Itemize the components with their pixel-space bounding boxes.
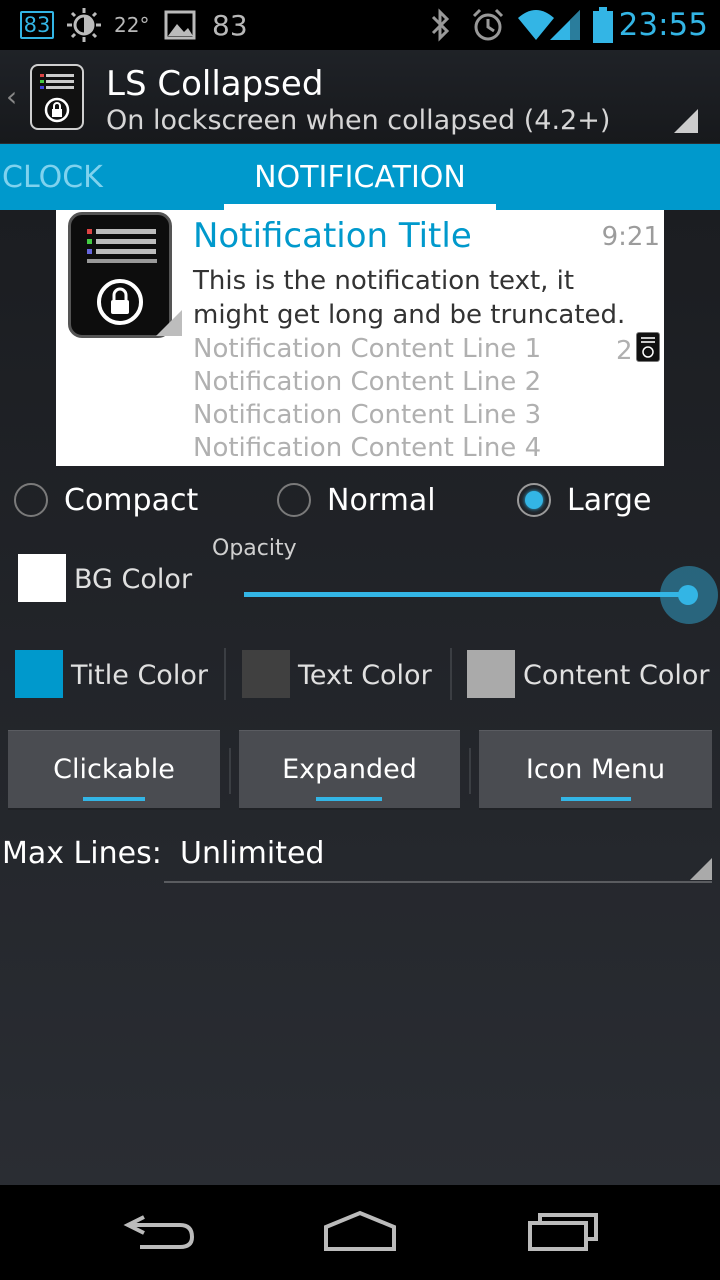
radio-compact[interactable]: Compact bbox=[14, 480, 198, 520]
radio-label: Large bbox=[567, 482, 652, 518]
tab-clock[interactable]: CLOCK bbox=[2, 144, 103, 210]
text-color-label[interactable]: Text Color bbox=[298, 660, 432, 691]
notification-time: 9:21 bbox=[601, 222, 660, 252]
notification-title: Notification Title bbox=[193, 216, 472, 256]
content-color-label[interactable]: Content Color bbox=[523, 660, 709, 691]
tab-bar: CLOCK NOTIFICATION bbox=[0, 144, 720, 210]
radio-button-selected-icon[interactable] bbox=[517, 483, 551, 517]
notification-count: 2 bbox=[616, 336, 633, 366]
notification-count-badge: 83 bbox=[20, 11, 54, 39]
notification-content-line: Notification Content Line 1 bbox=[193, 334, 542, 364]
bluetooth-icon bbox=[428, 0, 452, 50]
toggle-on-indicator bbox=[561, 797, 631, 801]
bg-color-label[interactable]: BG Color bbox=[74, 564, 192, 595]
screen-title: LS Collapsed bbox=[106, 64, 324, 104]
notification-content-line: Notification Content Line 3 bbox=[193, 400, 542, 430]
notification-small-icon bbox=[636, 332, 660, 362]
tab-notification[interactable]: NOTIFICATION bbox=[224, 144, 496, 210]
toggle-label: Clickable bbox=[53, 754, 175, 785]
back-icon[interactable] bbox=[120, 1205, 200, 1255]
opacity-slider-thumb[interactable] bbox=[678, 585, 698, 605]
toggle-label: Icon Menu bbox=[525, 754, 666, 785]
max-lines-spinner[interactable]: Unlimited bbox=[180, 836, 324, 871]
signal-icon bbox=[548, 0, 582, 50]
spinner-dropdown-icon[interactable] bbox=[690, 858, 712, 880]
alarm-icon bbox=[470, 0, 506, 50]
radio-normal[interactable]: Normal bbox=[277, 480, 436, 520]
radio-button-icon[interactable] bbox=[14, 483, 48, 517]
divider bbox=[229, 748, 231, 794]
temperature-text: 22° bbox=[114, 13, 150, 37]
gallery-count: 83 bbox=[212, 8, 248, 42]
clickable-toggle-button[interactable]: Clickable bbox=[8, 730, 220, 810]
toggle-on-indicator bbox=[316, 797, 382, 801]
radio-label: Compact bbox=[64, 482, 199, 518]
weather-icon bbox=[66, 0, 102, 50]
settings-content: Notification Title 9:21 This is the noti… bbox=[0, 210, 720, 1185]
title-color-swatch[interactable] bbox=[15, 650, 63, 698]
notification-content-line: Notification Content Line 2 bbox=[193, 367, 542, 397]
battery-icon bbox=[592, 0, 614, 50]
app-icon[interactable] bbox=[30, 64, 84, 130]
icon-corner-mark bbox=[156, 310, 182, 336]
icon-menu-toggle-button[interactable]: Icon Menu bbox=[479, 730, 712, 810]
title-color-label[interactable]: Title Color bbox=[71, 660, 208, 691]
opacity-slider-track[interactable] bbox=[244, 592, 688, 597]
divider bbox=[469, 748, 471, 794]
action-bar: ‹ LS Collapsed On lockscreen when collap… bbox=[0, 50, 720, 144]
divider bbox=[450, 648, 452, 700]
toggle-on-indicator bbox=[83, 797, 145, 801]
max-lines-label: Max Lines: bbox=[2, 836, 162, 871]
screen-subtitle: On lockscreen when collapsed (4.2+) bbox=[106, 105, 611, 136]
notification-text: This is the notification text, it might … bbox=[193, 266, 626, 330]
home-icon[interactable] bbox=[320, 1205, 400, 1255]
text-color-swatch[interactable] bbox=[242, 650, 290, 698]
clock-time: 23:55 bbox=[618, 7, 708, 43]
toggle-label: Expanded bbox=[282, 754, 417, 785]
radio-button-icon[interactable] bbox=[277, 483, 311, 517]
notification-content-line: Notification Content Line 4 bbox=[193, 433, 542, 463]
expanded-toggle-button[interactable]: Expanded bbox=[239, 730, 460, 810]
radio-large[interactable]: Large bbox=[517, 480, 651, 520]
navigation-bar bbox=[0, 1185, 720, 1280]
status-bar: 83 22° 83 23:55 bbox=[0, 0, 720, 50]
bg-color-swatch[interactable] bbox=[18, 554, 66, 602]
spinner-indicator-icon[interactable] bbox=[674, 109, 698, 133]
gallery-icon bbox=[164, 0, 196, 50]
radio-dot bbox=[525, 491, 543, 509]
divider bbox=[224, 648, 226, 700]
radio-label: Normal bbox=[327, 482, 436, 518]
content-color-swatch[interactable] bbox=[467, 650, 515, 698]
spinner-underline bbox=[164, 881, 712, 883]
recent-apps-icon[interactable] bbox=[522, 1205, 602, 1255]
notification-preview: Notification Title 9:21 This is the noti… bbox=[56, 210, 664, 466]
up-navigation-icon[interactable]: ‹ bbox=[6, 80, 17, 113]
opacity-label: Opacity bbox=[212, 536, 297, 561]
